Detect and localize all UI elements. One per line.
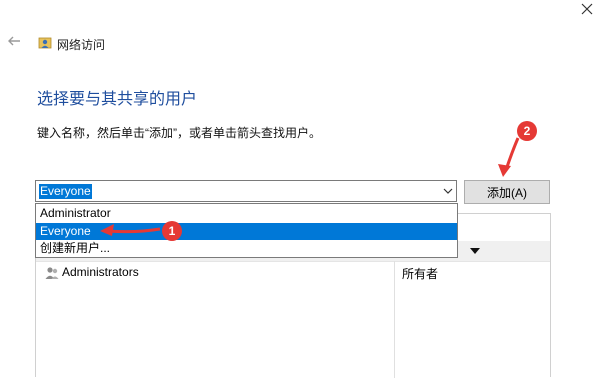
table-row-permission[interactable]: 所有者 bbox=[402, 265, 438, 282]
user-dropdown-list: Administrator Everyone 创建新用户... bbox=[35, 203, 458, 258]
column-divider bbox=[394, 261, 395, 378]
window-title: 网络访问 bbox=[57, 38, 106, 52]
annotation-badge-1: 1 bbox=[162, 221, 182, 241]
chevron-down-icon[interactable] bbox=[440, 181, 456, 201]
back-arrow-icon[interactable] bbox=[6, 33, 22, 49]
dropdown-option-administrator[interactable]: Administrator bbox=[36, 205, 457, 222]
dropdown-option-create-user[interactable]: 创建新用户... bbox=[36, 240, 457, 257]
user-combobox-value[interactable]: Everyone bbox=[39, 184, 92, 199]
annotation-badge-2: 2 bbox=[517, 121, 537, 141]
network-share-icon bbox=[38, 36, 52, 50]
user-combobox[interactable]: Everyone bbox=[35, 180, 457, 202]
page-heading: 选择要与其共享的用户 bbox=[37, 91, 198, 108]
instruction-text: 键入名称，然后单击“添加”，或者单击箭头查找用户。 bbox=[37, 126, 321, 140]
table-row-name[interactable]: Administrators bbox=[62, 265, 139, 279]
dropdown-option-everyone[interactable]: Everyone bbox=[36, 223, 457, 240]
close-icon[interactable] bbox=[579, 1, 595, 17]
column-dropdown-icon[interactable] bbox=[463, 241, 487, 261]
add-button[interactable]: 添加(A) bbox=[464, 180, 550, 204]
users-group-icon bbox=[44, 265, 60, 281]
